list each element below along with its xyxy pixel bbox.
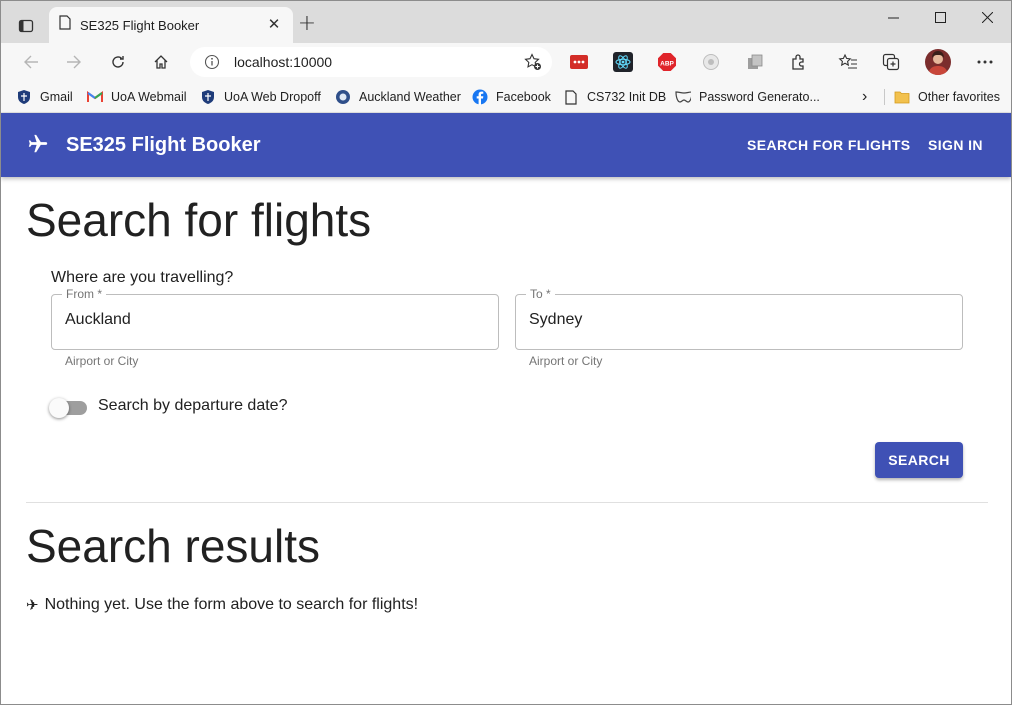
bookmark-uoa-webmail[interactable]: UoA Webmail [87, 86, 187, 108]
browser-toolbar: localhost:10000 ABP [1, 43, 1011, 81]
from-field[interactable]: From * [51, 287, 499, 350]
home-icon[interactable] [148, 50, 174, 74]
facebook-icon [472, 89, 488, 105]
react-devtools-icon[interactable] [613, 52, 633, 72]
browser-tab[interactable]: SE325 Flight Booker ✕ [49, 7, 293, 43]
search-subtitle: Where are you travelling? [51, 269, 234, 286]
airplane-icon: ✈ [26, 596, 39, 614]
new-tab-button[interactable]: + [296, 13, 318, 36]
tab-close-icon[interactable]: ✕ [265, 16, 283, 34]
adblock-plus-icon[interactable]: ABP [657, 52, 677, 72]
to-label: To * [526, 287, 555, 301]
tab-title: SE325 Flight Booker [80, 17, 200, 33]
search-heading: Search for flights [26, 194, 372, 246]
close-window-icon[interactable] [964, 1, 1011, 33]
shield-icon [16, 89, 32, 105]
app-bar: SE325 Flight Booker SEARCH FOR FLIGHTS S… [1, 113, 1011, 177]
mask-icon [675, 89, 691, 105]
maximize-icon[interactable] [917, 1, 964, 33]
weather-icon [335, 89, 351, 105]
from-input[interactable] [65, 311, 485, 329]
to-field[interactable]: To * [515, 287, 963, 350]
to-input[interactable] [529, 311, 949, 329]
section-divider [26, 502, 988, 503]
bookmark-password-generator[interactable]: Password Generato... [675, 86, 820, 108]
window-controls [870, 1, 1011, 33]
page-icon [59, 15, 71, 35]
minimize-icon[interactable] [870, 1, 917, 33]
gmail-icon [87, 89, 103, 105]
from-helper-text: Airport or City [65, 354, 139, 368]
extensions-icon[interactable] [789, 52, 809, 72]
bookmark-other-favorites[interactable]: Other favorites [894, 86, 1000, 108]
url-text[interactable]: localhost:10000 [234, 54, 332, 70]
results-heading: Search results [26, 520, 321, 572]
more-menu-icon[interactable] [975, 52, 995, 72]
app-title[interactable]: SE325 Flight Booker [66, 134, 261, 157]
add-favorite-icon[interactable] [524, 53, 542, 76]
results-message: ✈ Nothing yet. Use the form above to sea… [26, 596, 418, 614]
tab-actions-icon[interactable] [13, 13, 39, 39]
shield-icon [200, 89, 216, 105]
favorites-icon[interactable] [838, 52, 858, 72]
bookmark-cs732-init-db[interactable]: CS732 Init DB [563, 86, 666, 108]
forward-icon[interactable] [61, 50, 87, 74]
bookmark-gmail[interactable]: Gmail [16, 86, 73, 108]
bookmark-uoa-web-dropoff[interactable]: UoA Web Dropoff [200, 86, 321, 108]
bookmark-auckland-weather[interactable]: Auckland Weather [335, 86, 461, 108]
info-icon[interactable] [204, 54, 220, 75]
results-message-text: Nothing yet. Use the form above to searc… [44, 596, 419, 613]
bookmark-divider [884, 89, 885, 105]
to-helper-text: Airport or City [529, 354, 603, 368]
extension-gray-icon[interactable] [701, 52, 721, 72]
refresh-icon[interactable] [105, 50, 131, 74]
back-icon[interactable] [18, 50, 44, 74]
browser-window: SE325 Flight Booker ✕ + localhost:10000 … [0, 0, 1012, 705]
search-button[interactable]: SEARCH [875, 442, 963, 478]
nav-search-for-flights[interactable]: SEARCH FOR FLIGHTS [747, 137, 911, 153]
bookmarks-bar: Gmail UoA Webmail UoA Web Dropoff Auckla… [1, 81, 1011, 113]
nav-sign-in[interactable]: SIGN IN [928, 137, 983, 153]
folder-icon [894, 89, 910, 105]
from-label: From * [62, 287, 106, 301]
page-icon [563, 89, 579, 105]
collections-icon[interactable] [882, 52, 902, 72]
avatar[interactable] [925, 49, 951, 75]
address-bar[interactable]: localhost:10000 [190, 47, 552, 77]
tab-strip: SE325 Flight Booker ✕ + [1, 1, 1011, 43]
departure-date-toggle[interactable] [49, 398, 87, 418]
airplane-icon [27, 133, 49, 160]
lastpass-icon[interactable] [569, 52, 589, 72]
departure-date-toggle-label[interactable]: Search by departure date? [98, 397, 287, 415]
extension-copy-icon[interactable] [745, 52, 765, 72]
more-bookmarks-chevron-icon[interactable]: › [862, 86, 867, 108]
bookmark-facebook[interactable]: Facebook [472, 86, 551, 108]
toggle-thumb[interactable] [49, 398, 69, 418]
svg-text:ABP: ABP [660, 60, 674, 67]
